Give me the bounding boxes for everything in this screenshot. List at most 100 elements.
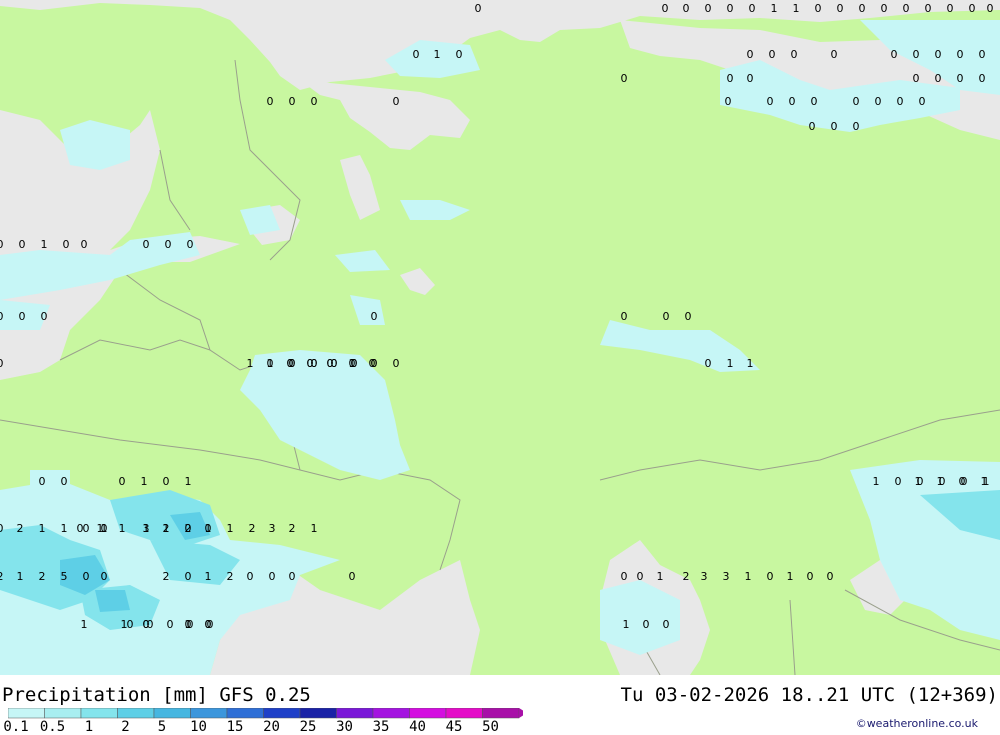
precip-value-label: 1 bbox=[267, 357, 274, 370]
precip-value-label: 0 bbox=[41, 310, 48, 323]
precip-value-label: 0 bbox=[187, 238, 194, 251]
precip-value-label: 0 bbox=[961, 475, 968, 488]
precip-value-label: 2 bbox=[683, 570, 690, 583]
precip-value-label: 0 bbox=[891, 48, 898, 61]
precip-value-label: 1 bbox=[745, 570, 752, 583]
color-scale-swatch bbox=[263, 708, 301, 719]
precip-value-label: 0 bbox=[393, 95, 400, 108]
precip-value-label: 0 bbox=[749, 2, 756, 15]
precip-value-label: 0 bbox=[809, 120, 816, 133]
precip-value-label: 0 bbox=[913, 72, 920, 85]
precip-value-label: 2 bbox=[289, 522, 296, 535]
precip-value-label: 0 bbox=[969, 2, 976, 15]
precip-value-label: 0 bbox=[187, 618, 194, 631]
precip-value-label: 1 bbox=[97, 522, 104, 535]
precip-value-label: 0 bbox=[413, 48, 420, 61]
precip-value-label: 0 bbox=[789, 95, 796, 108]
color-scale-swatch bbox=[445, 708, 483, 719]
precip-value-label: 0 bbox=[101, 570, 108, 583]
precip-value-label: 1 bbox=[747, 357, 754, 370]
precip-value-label: 1 bbox=[81, 618, 88, 631]
precip-value-label: 3 bbox=[701, 570, 708, 583]
color-scale-swatch bbox=[336, 708, 374, 719]
precip-value-label: 0 bbox=[311, 95, 318, 108]
precip-value-label: 1 bbox=[143, 522, 150, 535]
precip-value-label: 0 bbox=[167, 618, 174, 631]
footer-bar: Precipitation [mm] GFS 0.25 Tu 03-02-202… bbox=[0, 675, 1000, 735]
precip-value-label: 0 bbox=[456, 48, 463, 61]
precip-value-label: 0 bbox=[289, 95, 296, 108]
precip-value-label: 0 bbox=[663, 618, 670, 631]
precip-value-label: 1 bbox=[311, 522, 318, 535]
legend-title: Precipitation [mm] GFS 0.25 bbox=[2, 684, 311, 706]
precip-value-label: 0 bbox=[637, 570, 644, 583]
precip-value-label: 0 bbox=[769, 48, 776, 61]
precip-value-label: 0 bbox=[935, 72, 942, 85]
precip-value-label: 0 bbox=[311, 357, 318, 370]
precip-value-label: 1 bbox=[205, 570, 212, 583]
precip-value-label: 0 bbox=[747, 48, 754, 61]
precip-value-label: 0 bbox=[831, 120, 838, 133]
precip-value-label: 0 bbox=[143, 238, 150, 251]
precip-value-label: 0 bbox=[475, 2, 482, 15]
precip-value-label: 0 bbox=[205, 522, 212, 535]
precip-value-label: 0 bbox=[727, 72, 734, 85]
precip-value-label: 1 bbox=[41, 238, 48, 251]
precip-value-label: 0 bbox=[127, 618, 134, 631]
precip-value-label: 0 bbox=[0, 310, 4, 323]
precip-value-label: 0 bbox=[39, 475, 46, 488]
color-scale-swatch bbox=[372, 708, 410, 719]
precip-value-label: 0 bbox=[331, 357, 338, 370]
color-scale-swatch bbox=[117, 708, 155, 719]
precip-value-label: 0 bbox=[979, 72, 986, 85]
precip-value-label: 0 bbox=[705, 2, 712, 15]
precip-value-label: 1 bbox=[227, 522, 234, 535]
precip-value-label: 0 bbox=[913, 48, 920, 61]
precip-value-label: 0 bbox=[815, 2, 822, 15]
color-scale-arrow bbox=[519, 708, 523, 718]
color-scale-swatch bbox=[80, 708, 118, 719]
precip-value-label: 1 bbox=[657, 570, 664, 583]
precip-value-label: 0 bbox=[207, 618, 214, 631]
precip-value-label: 0 bbox=[881, 2, 888, 15]
credit-link[interactable]: ©weatheronline.co.uk bbox=[856, 717, 978, 730]
precip-value-label: 1 bbox=[983, 475, 990, 488]
color-scale-swatch bbox=[482, 708, 520, 719]
precip-value-label: 0 bbox=[267, 95, 274, 108]
precip-value-label: 1 bbox=[119, 522, 126, 535]
precipitation-map: 0 0 0 0 0 0 1 1 0 0 0 0 0 0 0 0 00 1 0 0 0 0 0 0 0 0 0 00 0 0 0 0 0 00 0 0 0… bbox=[0, 0, 1000, 675]
precip-value-label: 3 bbox=[269, 522, 276, 535]
model-name: GFS 0.25 bbox=[219, 684, 311, 706]
precip-value-label: 0 bbox=[61, 475, 68, 488]
precip-value-label: 0 bbox=[83, 570, 90, 583]
precip-value-label: 1 bbox=[771, 2, 778, 15]
precip-value-label: 0 bbox=[919, 95, 926, 108]
precip-value-label: 1 bbox=[185, 475, 192, 488]
precip-value-label: 0 bbox=[371, 357, 378, 370]
precip-value-label: 0 bbox=[935, 48, 942, 61]
precip-value-label: 0 bbox=[827, 570, 834, 583]
precip-value-label: 0 bbox=[747, 72, 754, 85]
precip-value-label: 0 bbox=[643, 618, 650, 631]
precip-value-label: 0 bbox=[119, 475, 126, 488]
precip-value-label: 0 bbox=[163, 475, 170, 488]
precip-value-label: 0 bbox=[81, 238, 88, 251]
precip-value-label: 0 bbox=[83, 522, 90, 535]
precip-value-label: 1 bbox=[17, 570, 24, 583]
color-scale-swatch bbox=[8, 708, 45, 719]
color-scale-swatch bbox=[409, 708, 447, 719]
precip-value-label: 0 bbox=[705, 357, 712, 370]
precip-value-label: 0 bbox=[987, 2, 994, 15]
color-scale-swatch bbox=[190, 708, 228, 719]
precip-value-label: 0 bbox=[185, 570, 192, 583]
precip-value-label: 0 bbox=[351, 357, 358, 370]
precip-value-label: 0 bbox=[939, 475, 946, 488]
precip-value-label: 0 bbox=[371, 310, 378, 323]
precip-value-label: 1 bbox=[163, 522, 170, 535]
precip-value-label: 0 bbox=[979, 48, 986, 61]
precip-value-label: 0 bbox=[0, 238, 4, 251]
precip-value-label: 0 bbox=[165, 238, 172, 251]
product-title: Precipitation [mm] bbox=[2, 684, 208, 706]
precip-value-label: 0 bbox=[725, 95, 732, 108]
precip-value-label: 0 bbox=[957, 72, 964, 85]
